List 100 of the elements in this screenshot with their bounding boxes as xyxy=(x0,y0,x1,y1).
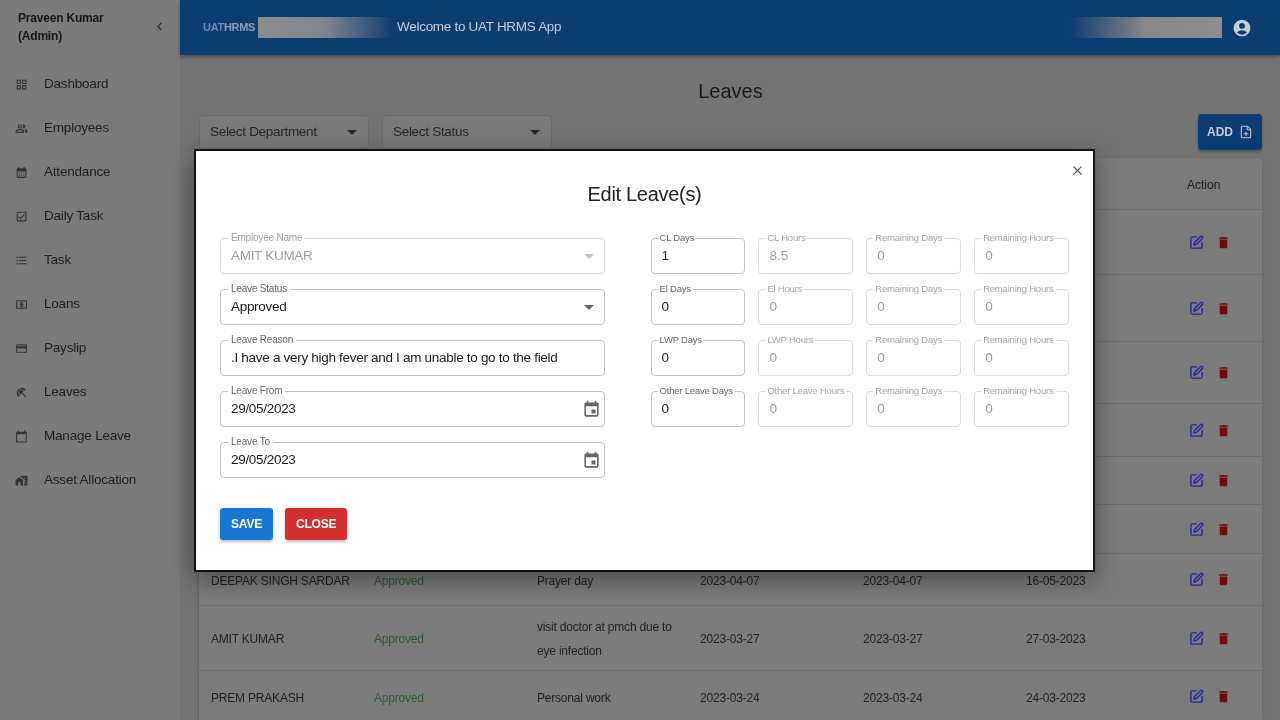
field-value: 0 xyxy=(660,297,670,316)
table-cell: PREM PRAKASH xyxy=(211,690,304,705)
field-value: 1 xyxy=(660,246,670,265)
trash-icon[interactable] xyxy=(1216,572,1231,587)
table-cell: 2023-03-24 xyxy=(863,690,923,705)
field-label: Remaining Days xyxy=(874,283,944,295)
edit-icon[interactable] xyxy=(1189,630,1204,646)
trash-icon[interactable] xyxy=(1216,473,1231,488)
table-cell: Approved xyxy=(374,632,424,646)
logo-text: UAT xyxy=(203,20,224,36)
edit-icon[interactable] xyxy=(1189,234,1204,250)
trash-icon[interactable] xyxy=(1216,365,1231,380)
select-field[interactable]: Select Department xyxy=(199,115,369,149)
trash-icon[interactable] xyxy=(1216,521,1231,537)
table-cell: Prayer day xyxy=(537,573,594,588)
field-label: Remaining Hours xyxy=(982,334,1055,346)
field-value: 0 xyxy=(984,399,993,418)
sidebar-item[interactable]: Daily Task xyxy=(0,194,180,238)
close-button[interactable]: CLOSE xyxy=(285,508,348,540)
account-icon[interactable] xyxy=(1232,17,1252,38)
field-label: Other Leave Days xyxy=(658,385,734,397)
edit-icon[interactable] xyxy=(1189,521,1204,537)
save-button[interactable]: SAVE xyxy=(220,508,273,540)
field-value: 29/05/2023 xyxy=(230,450,296,469)
sidebar-item[interactable]: Payslip xyxy=(0,326,180,370)
sidebar-item[interactable]: Task xyxy=(0,238,180,282)
field-label: Employee Name xyxy=(230,232,304,244)
field-value: 8.5 xyxy=(768,246,789,265)
field-label: Leave From xyxy=(230,385,284,397)
dialog-title: Edit Leave(s) xyxy=(587,182,702,207)
table-cell: 2023-03-24 xyxy=(700,690,760,705)
field-value: 0 xyxy=(876,297,885,316)
table-cell: 2023-04-07 xyxy=(863,573,923,588)
field-value: AMIT KUMAR xyxy=(230,246,313,265)
sidebar-item[interactable]: Leaves xyxy=(0,370,180,414)
field-value: 29/05/2023 xyxy=(230,399,296,418)
field-label: LWP Days xyxy=(658,334,703,346)
sidebar-item[interactable]: Dashboard xyxy=(0,62,180,106)
field-label: El Hours xyxy=(766,283,804,295)
field-value: 0 xyxy=(984,348,993,367)
trash-icon[interactable] xyxy=(1216,630,1231,646)
table-cell: 2023-04-07 xyxy=(700,573,760,588)
calendar-icon xyxy=(15,429,28,443)
sidebar-item[interactable]: Manage Leave xyxy=(0,414,180,458)
people-icon xyxy=(15,121,28,135)
house-icon xyxy=(15,473,28,487)
trash-icon[interactable] xyxy=(1216,422,1231,438)
field-value: 0 xyxy=(984,246,993,265)
table-cell: Approved xyxy=(374,573,424,588)
field-value: 0 xyxy=(876,246,885,265)
field-value: .I have a very high fever and I am unable to go to the field xyxy=(230,348,558,367)
welcome-text: Welcome to UAT HRMS App xyxy=(397,18,562,37)
field-label: El Days xyxy=(658,283,692,295)
field-label: Remaining Days xyxy=(874,232,944,244)
sidebar-item[interactable]: Asset Allocation xyxy=(0,458,180,502)
caret-icon xyxy=(347,129,357,135)
field-label: Leave To xyxy=(230,436,271,448)
field-label: LWP Hours xyxy=(766,334,815,346)
number-field[interactable]: LWP Days 0 xyxy=(650,334,746,376)
calendar-icon[interactable] xyxy=(581,399,601,419)
add-button[interactable]: ADD xyxy=(1198,114,1262,150)
select-field[interactable]: Select Status xyxy=(382,115,552,149)
trash-icon[interactable] xyxy=(1216,300,1231,316)
caret-icon xyxy=(583,304,594,310)
trash-icon[interactable] xyxy=(1216,689,1231,704)
table-cell: 24-03-2023 xyxy=(1026,690,1086,705)
table-cell: visit doctor at pmch due to eye infection xyxy=(537,620,672,658)
edit-icon[interactable] xyxy=(1189,365,1204,380)
table-cell: 2023-03-27 xyxy=(863,632,923,646)
close-icon[interactable] xyxy=(1070,163,1085,178)
field-label: Remaining Days xyxy=(874,385,944,397)
banknote-icon xyxy=(15,297,28,311)
logo-text: HRMS xyxy=(223,20,256,36)
sidebar-item[interactable]: Employees xyxy=(0,106,180,150)
number-field[interactable]: CL Days 1 xyxy=(650,232,746,274)
edit-icon[interactable] xyxy=(1189,572,1204,587)
card-icon xyxy=(15,341,28,355)
select-field[interactable]: Leave Status Approved xyxy=(220,283,605,325)
edit-icon[interactable] xyxy=(1189,300,1204,316)
field-label: CL Hours xyxy=(766,232,807,244)
edit-icon[interactable] xyxy=(1189,422,1204,438)
field-value: 0 xyxy=(984,297,993,316)
text-field[interactable]: Leave Reason .I have a very high fever and I am unable to go to the field xyxy=(220,334,605,376)
caret-icon xyxy=(583,253,594,259)
field-value: 0 xyxy=(660,348,670,367)
edit-icon[interactable] xyxy=(1189,689,1204,704)
number-field[interactable]: Other Leave Days 0 xyxy=(650,385,746,427)
field-value: 0 xyxy=(768,399,777,418)
sidebar-item[interactable]: Loans xyxy=(0,282,180,326)
table-cell: 27-03-2023 xyxy=(1026,632,1086,646)
date-field[interactable]: Leave To 29/05/2023 xyxy=(220,436,605,478)
trash-icon[interactable] xyxy=(1216,234,1231,250)
beach-umbrella-icon xyxy=(15,385,28,399)
date-field[interactable]: Leave From 29/05/2023 xyxy=(220,385,605,427)
edit-icon[interactable] xyxy=(1189,473,1204,488)
field-label: Remaining Hours xyxy=(982,385,1055,397)
grid-icon xyxy=(15,77,28,91)
calendar-icon[interactable] xyxy=(581,450,601,470)
sidebar-item[interactable]: Attendance xyxy=(0,150,180,194)
number-field[interactable]: El Days 0 xyxy=(650,283,746,325)
